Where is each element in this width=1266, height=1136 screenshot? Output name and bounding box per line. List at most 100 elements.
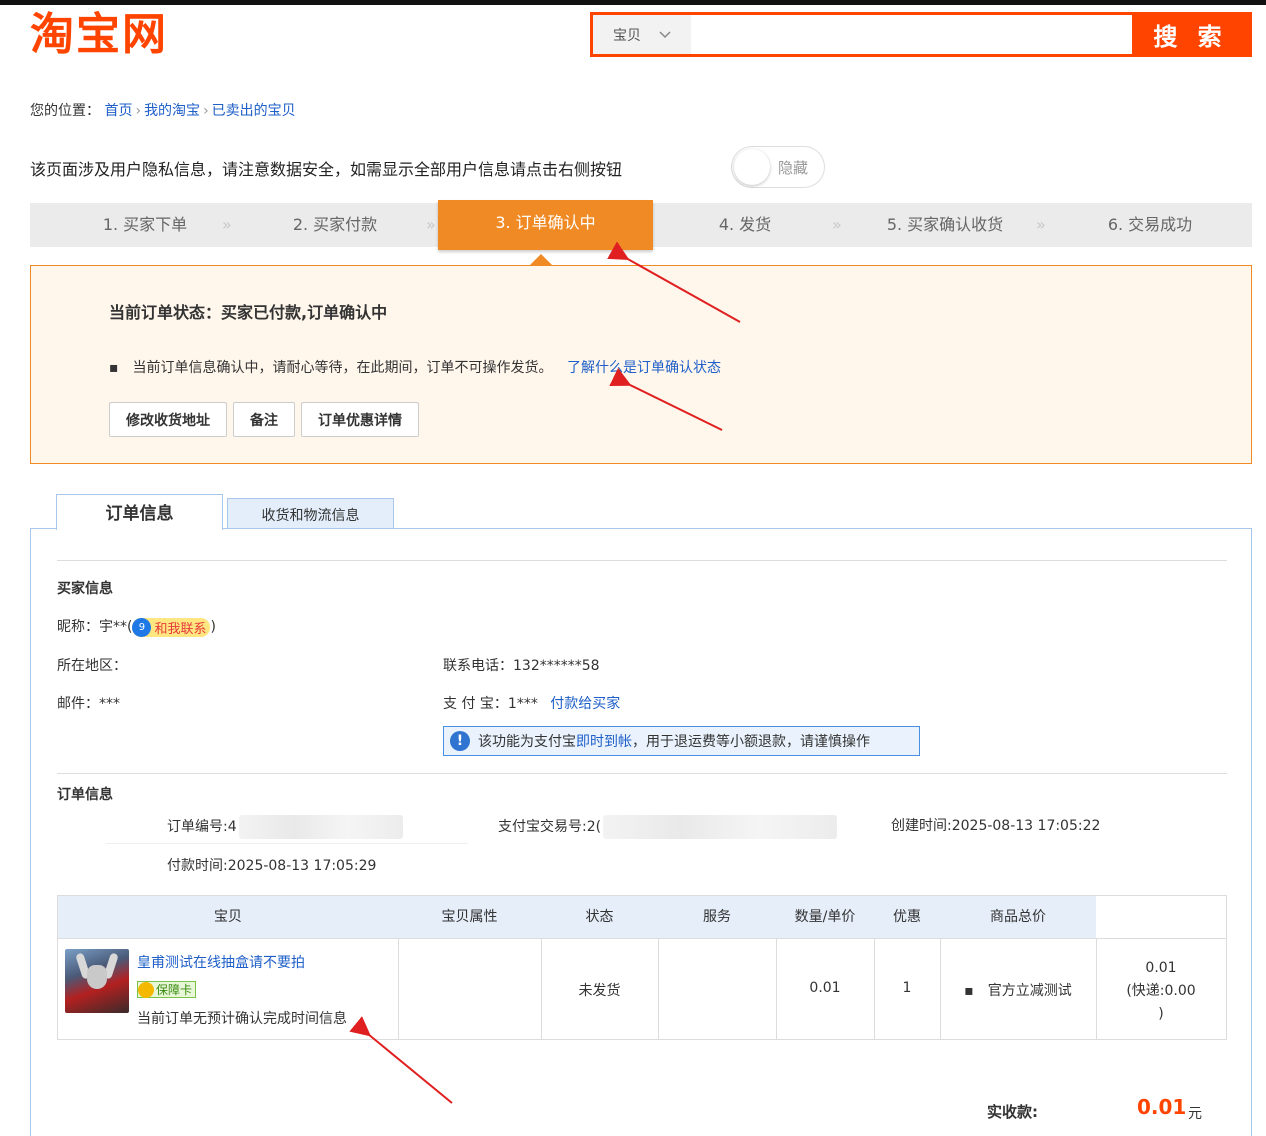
breadcrumb-separator: › (203, 103, 209, 119)
contact-me-button[interactable]: 9 和我联系 (132, 617, 211, 637)
buyer-phone: 联系电话：132******58 (443, 655, 600, 675)
breadcrumb: 您的位置： 首页 › 我的淘宝 › 已卖出的宝贝 (30, 100, 296, 120)
phone-value: 132******58 (513, 658, 600, 674)
tab-order-info[interactable]: 订单信息 (56, 494, 223, 530)
status-actions: 修改收货地址 备注 订单优惠详情 (109, 402, 419, 437)
th-total: 商品总价 (990, 909, 1046, 925)
order-status-text: 当前订单信息确认中，请耐心等待，在此期间，订单不可操作发货。 (132, 360, 553, 376)
alipay-trade-number: 支付宝交易号:2( (498, 815, 838, 839)
edit-address-button[interactable]: 修改收货地址 (109, 402, 227, 437)
search-input[interactable] (691, 15, 1132, 54)
nickname-value: 宇**( (99, 619, 133, 635)
nickname-close: ) (210, 619, 216, 635)
confirm-time-note: 当前订单无预计确认完成时间信息 (137, 1011, 347, 1027)
order-number-redacted (238, 815, 403, 839)
paid-label: 付款时间: (167, 858, 228, 874)
chevron-down-icon (659, 30, 671, 38)
created-label: 创建时间: (891, 818, 952, 834)
breadcrumb-sold-items[interactable]: 已卖出的宝贝 (212, 103, 296, 119)
toggle-knob (734, 149, 770, 185)
total-amount: 0.01 (1145, 960, 1177, 976)
order-steps: 1. 买家下单 » 2. 买家付款 » 3. 订单确认中 4. 发货 » 5. … (30, 200, 1252, 250)
order-number-label: 订单编号:4 (167, 819, 237, 835)
order-status-title: 当前订单状态：买家已付款,订单确认中 (109, 303, 388, 322)
step-5: 5. 买家确认收货 (886, 215, 1004, 234)
discount-details-button[interactable]: 订单优惠详情 (301, 402, 419, 437)
search-category-select[interactable]: 宝贝 (593, 15, 691, 54)
alipay-trade-label: 支付宝交易号:2( (498, 819, 602, 835)
remark-button[interactable]: 备注 (233, 402, 295, 437)
total-shipping: (快递:0.00 (1126, 983, 1196, 999)
created-time: 创建时间:2025-08-13 17:05:22 (891, 815, 1100, 835)
item-quantity: 1 (902, 980, 912, 996)
step-6: 6. 交易成功 (1107, 215, 1193, 234)
alipay-notice: ! 该功能为支付宝 即时到帐 ，用于退运费等小额退款，请谨慎操作 (443, 726, 920, 756)
search-category-label: 宝贝 (613, 27, 641, 44)
table-divider (58, 938, 1226, 939)
bullet: ▪ (964, 983, 974, 999)
item-discount: ▪ 官方立减测试 (940, 980, 1096, 1000)
email-label: 邮件： (57, 696, 99, 712)
contact-icon: 9 (132, 617, 152, 637)
contact-me-label: 和我联系 (154, 621, 207, 637)
breadcrumb-my-taobao[interactable]: 我的淘宝 (144, 103, 200, 119)
breadcrumb-separator: › (135, 103, 142, 119)
pay-buyer-link[interactable]: 付款给买家 (550, 696, 620, 712)
actual-received-label: 实收款: (987, 1103, 1038, 1121)
taobao-logo[interactable]: 淘宝网 (30, 10, 168, 60)
paid-value: 2025-08-13 17:05:29 (227, 858, 377, 874)
order-number: 订单编号:4 (167, 815, 403, 839)
thumb-shape (87, 965, 107, 989)
step-arrow: » (832, 215, 842, 234)
col-divider (398, 938, 399, 1039)
learn-confirm-status-link[interactable]: 了解什么是订单确认状态 (567, 360, 721, 376)
created-value: 2025-08-13 17:05:22 (951, 818, 1101, 834)
divider (57, 773, 1227, 774)
notice-suffix: ，用于退运费等小额退款，请谨慎操作 (632, 734, 870, 750)
total-close: ) (1158, 1006, 1164, 1022)
tab-logistics-info[interactable]: 收货和物流信息 (227, 498, 394, 532)
step-arrow: » (222, 215, 232, 234)
order-status-desc: ▪ 当前订单信息确认中，请耐心等待，在此期间，订单不可操作发货。 了解什么是订单确… (109, 357, 721, 377)
guarantee-icon (138, 981, 154, 998)
col-divider (658, 938, 659, 1039)
search-bar: 宝贝 搜 索 (590, 12, 1252, 57)
alipay-value: 1*** (507, 696, 538, 712)
alipay-trade-redacted (603, 815, 838, 839)
divider (106, 843, 468, 844)
guarantee-label: 保障卡 (156, 983, 193, 997)
buyer-email: 邮件：*** (57, 693, 120, 713)
instant-transfer-link[interactable]: 即时到帐 (576, 731, 632, 751)
guarantee-badge[interactable]: 保障卡 (137, 981, 197, 1002)
phone-label: 联系电话： (443, 658, 513, 674)
divider (57, 560, 1227, 561)
item-status: 未发货 (578, 983, 621, 999)
step-3-active: 3. 订单确认中 (438, 200, 653, 250)
step-1: 1. 买家下单 (102, 215, 188, 234)
product-title-link[interactable]: 皇甫测试在线抽盒请不要拍 (137, 952, 305, 972)
table-header: 宝贝 宝贝属性 状态 服务 数量/单价 优惠 商品总价 (58, 896, 1096, 938)
breadcrumb-home[interactable]: 首页 (104, 103, 132, 119)
th-qty-price: 数量/单价 (794, 909, 856, 925)
th-status: 状态 (585, 909, 614, 925)
buyer-region: 所在地区： (57, 658, 127, 674)
toggle-label: 隐藏 (778, 158, 809, 177)
notice-prefix: 该功能为支付宝 (478, 734, 576, 750)
step-4: 4. 发货 (718, 215, 772, 234)
order-status-box: 当前订单状态：买家已付款,订单确认中 ▪ 当前订单信息确认中，请耐心等待，在此期间… (30, 265, 1252, 464)
breadcrumb-prefix: 您的位置： (30, 103, 100, 119)
item-total: 0.01 (快递:0.00 ) (1096, 957, 1226, 1026)
nickname-label: 昵称： (57, 619, 99, 635)
step-2: 2. 买家付款 (292, 215, 378, 234)
product-thumbnail[interactable] (65, 949, 129, 1013)
paid-time: 付款时间:2025-08-13 17:05:29 (167, 855, 376, 875)
privacy-toggle[interactable]: 隐藏 (732, 147, 824, 187)
step-arrow: » (426, 215, 436, 234)
alipay-label: 支 付 宝： (443, 696, 508, 712)
buyer-alipay: 支 付 宝：1*** 付款给买家 (443, 693, 620, 713)
top-bar (0, 0, 1266, 5)
guarantee-card: 保障卡 (137, 981, 197, 998)
search-button[interactable]: 搜 索 (1132, 15, 1249, 54)
item-unit-price: 0.01 (809, 980, 841, 996)
buyer-nickname: 昵称：宇**(9 和我联系) (57, 616, 216, 637)
